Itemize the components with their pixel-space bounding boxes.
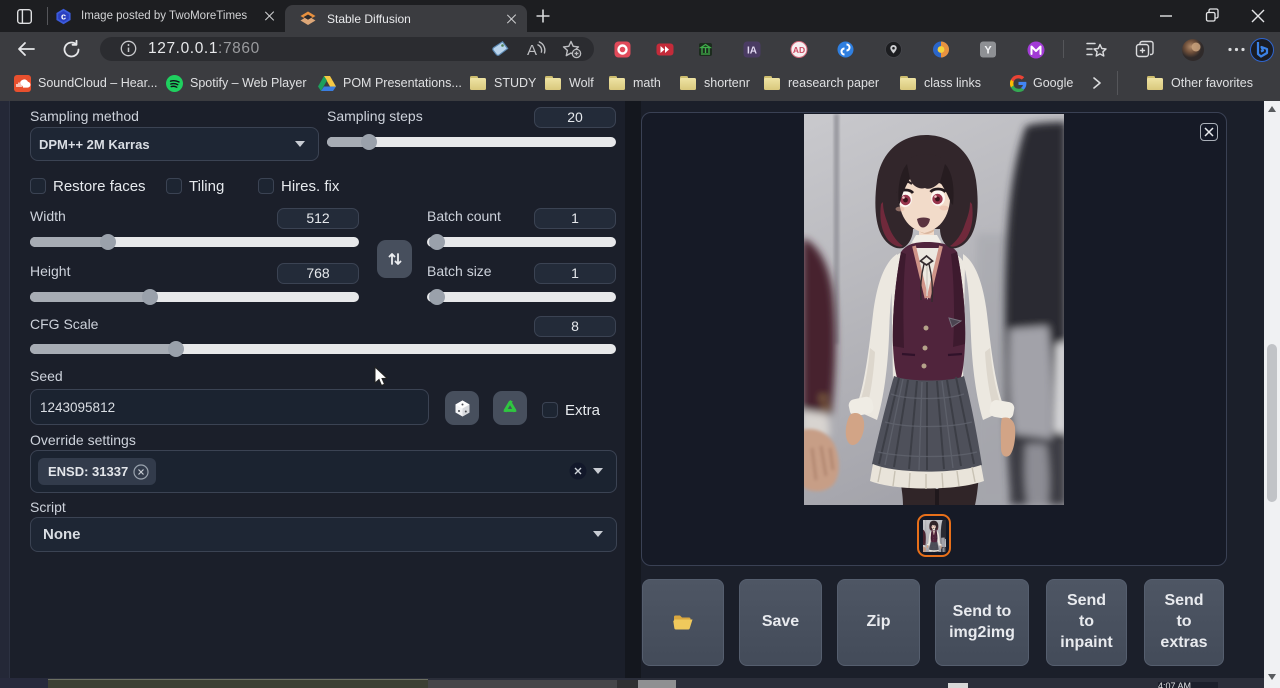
svg-text:IA: IA xyxy=(747,46,757,57)
svg-text:A: A xyxy=(527,42,537,58)
svg-text:Y: Y xyxy=(984,45,992,57)
svg-text:AD: AD xyxy=(793,45,805,55)
svg-text:c: c xyxy=(61,11,66,21)
